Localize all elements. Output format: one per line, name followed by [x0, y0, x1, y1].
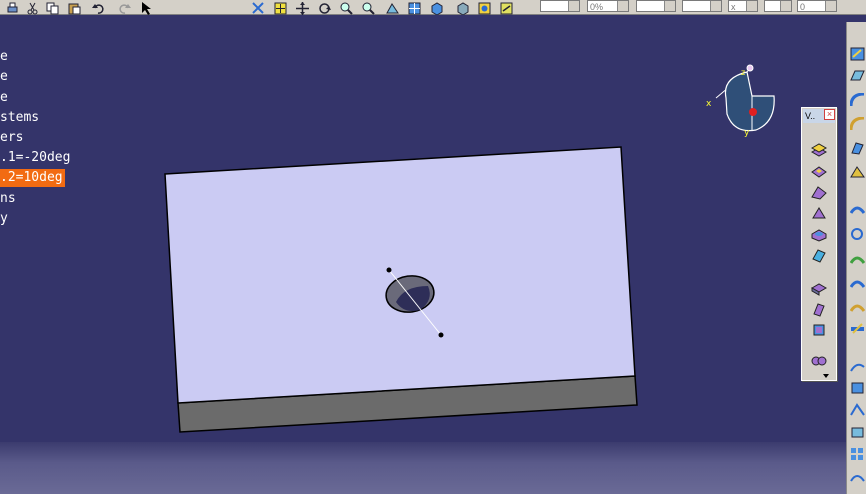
more-solids-icon[interactable]: [822, 366, 830, 382]
tree-item-body[interactable]: y: [0, 210, 10, 228]
compass-x-label: x: [706, 99, 712, 109]
split-icon[interactable]: [849, 250, 866, 264]
tree-item-axis-systems[interactable]: stems: [0, 109, 41, 127]
sew-surface-icon[interactable]: [850, 320, 865, 334]
tree-item-label: y: [0, 211, 8, 226]
rib-icon[interactable]: [810, 247, 828, 263]
stiffener-icon[interactable]: [810, 301, 828, 317]
tree-item[interactable]: e: [0, 68, 10, 86]
tree-item-label: .2=10deg: [0, 170, 63, 185]
compass-center-dot[interactable]: [749, 108, 757, 116]
scaling-icon[interactable]: [850, 468, 865, 482]
shell-icon[interactable]: [850, 164, 865, 178]
symmetry-icon[interactable]: [850, 402, 865, 416]
thickness-icon[interactable]: [849, 202, 866, 216]
rotation-icon[interactable]: [850, 380, 865, 394]
hole-icon[interactable]: [810, 226, 828, 242]
loft-icon[interactable]: [810, 322, 828, 338]
fillet-icon[interactable]: [849, 92, 865, 107]
slot-icon[interactable]: [810, 280, 828, 296]
tree-item-parameter-2-selected[interactable]: .2=10deg: [0, 169, 65, 187]
pocket-icon[interactable]: [810, 163, 828, 179]
axis-point-top[interactable]: [386, 267, 392, 273]
tree-item-relations[interactable]: ns: [0, 190, 18, 208]
compass-widget[interactable]: x y z: [700, 58, 780, 148]
palette-title: V..: [805, 111, 816, 121]
floating-toolbar-palette: V.. ×: [801, 107, 837, 381]
compass-z-label: z: [741, 68, 745, 77]
tree-item[interactable]: e: [0, 89, 10, 107]
plane-icon[interactable]: [850, 68, 865, 82]
plate-top-face[interactable]: [164, 146, 636, 404]
palette-close-button[interactable]: ×: [824, 109, 835, 120]
pattern-icon[interactable]: [850, 446, 865, 460]
mirror-icon[interactable]: [850, 424, 865, 438]
compass-z-handle[interactable]: [746, 64, 754, 72]
pad-icon[interactable]: [810, 142, 828, 158]
tree-item-label: e: [0, 49, 8, 64]
draft-icon[interactable]: [850, 140, 865, 155]
thick-surface-icon[interactable]: [849, 274, 866, 288]
tree-item-parameter-1[interactable]: .1=-20deg: [0, 149, 72, 167]
translation-icon[interactable]: [850, 358, 865, 372]
tree-item[interactable]: e: [0, 48, 10, 66]
axis-point-bottom[interactable]: [438, 332, 444, 338]
tree-item-label: .1=-20deg: [0, 150, 71, 165]
shaft-icon[interactable]: [810, 184, 828, 200]
tree-item-label: e: [0, 69, 8, 84]
close-icon: ×: [826, 109, 833, 119]
tree-item-label: stems: [0, 110, 40, 125]
chamfer-icon[interactable]: [849, 116, 865, 131]
tree-item-label: ers: [0, 130, 24, 145]
groove-icon[interactable]: [810, 205, 828, 221]
tree-item-label: ns: [0, 191, 16, 206]
right-toolbar: [846, 22, 866, 494]
compass-y-label: y: [744, 128, 750, 138]
tree-item-parameters[interactable]: ers: [0, 129, 25, 147]
viewport-floor: [0, 442, 846, 494]
tree-item-label: e: [0, 90, 8, 105]
thread-icon[interactable]: [850, 226, 865, 240]
close-surface-icon[interactable]: [849, 298, 866, 312]
sketcher-icon[interactable]: [850, 46, 865, 61]
